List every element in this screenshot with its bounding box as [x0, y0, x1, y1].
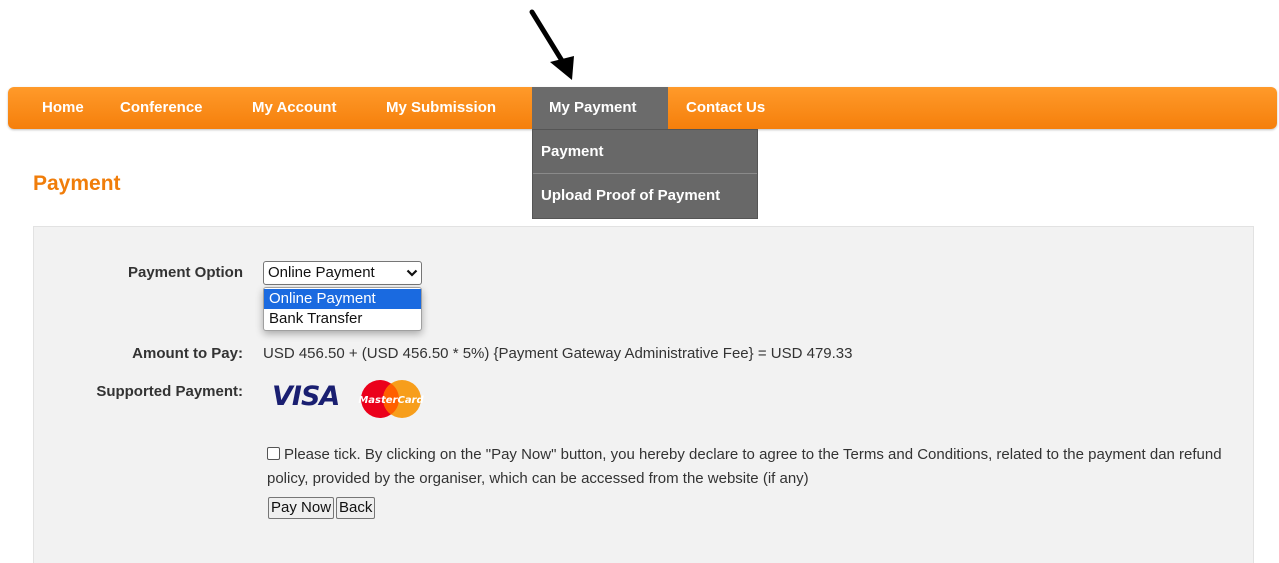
- pay-now-button[interactable]: Pay Now: [268, 497, 335, 519]
- terms-checkbox[interactable]: [267, 447, 280, 460]
- option-bank-transfer[interactable]: Bank Transfer: [264, 309, 421, 329]
- main-nav-bar: Home Conference My Account My Submission…: [8, 87, 1277, 129]
- my-payment-dropdown: Payment Upload Proof of Payment: [532, 129, 758, 219]
- dropdown-item-payment[interactable]: Payment: [533, 130, 757, 174]
- mastercard-text: MasterCard: [358, 395, 424, 406]
- nav-conference[interactable]: Conference: [108, 87, 215, 129]
- page-title: Payment: [33, 172, 121, 195]
- mastercard-logo-icon: MasterCard: [358, 380, 425, 418]
- visa-logo: VISA: [272, 381, 340, 412]
- annotation-arrow-icon: [529, 9, 574, 80]
- amount-label: Amount to Pay:: [132, 345, 243, 362]
- payment-option-select[interactable]: Online Payment: [263, 261, 422, 285]
- nav-my-submission[interactable]: My Submission: [374, 87, 508, 129]
- supported-payment-label: Supported Payment:: [96, 383, 243, 400]
- nav-contact-us[interactable]: Contact Us: [674, 87, 777, 129]
- amount-value: USD 456.50 + (USD 456.50 * 5%) {Payment …: [263, 345, 853, 362]
- payment-option-value: Online Payment: [268, 264, 375, 281]
- nav-home[interactable]: Home: [30, 87, 96, 129]
- terms-text: Please tick. By clicking on the "Pay Now…: [267, 446, 1222, 487]
- payment-option-label: Payment Option: [127, 264, 243, 281]
- form-actions: Pay Now Back: [268, 497, 377, 519]
- nav-my-payment[interactable]: My Payment: [532, 87, 668, 129]
- chevron-down-icon: [406, 269, 418, 277]
- option-online-payment[interactable]: Online Payment: [264, 289, 421, 309]
- dropdown-item-upload-proof[interactable]: Upload Proof of Payment: [533, 174, 757, 218]
- payment-option-list: Online Payment Bank Transfer: [263, 287, 422, 331]
- back-button[interactable]: Back: [336, 497, 376, 519]
- terms-agreement: Please tick. By clicking on the "Pay Now…: [267, 443, 1237, 491]
- nav-my-account[interactable]: My Account: [240, 87, 348, 129]
